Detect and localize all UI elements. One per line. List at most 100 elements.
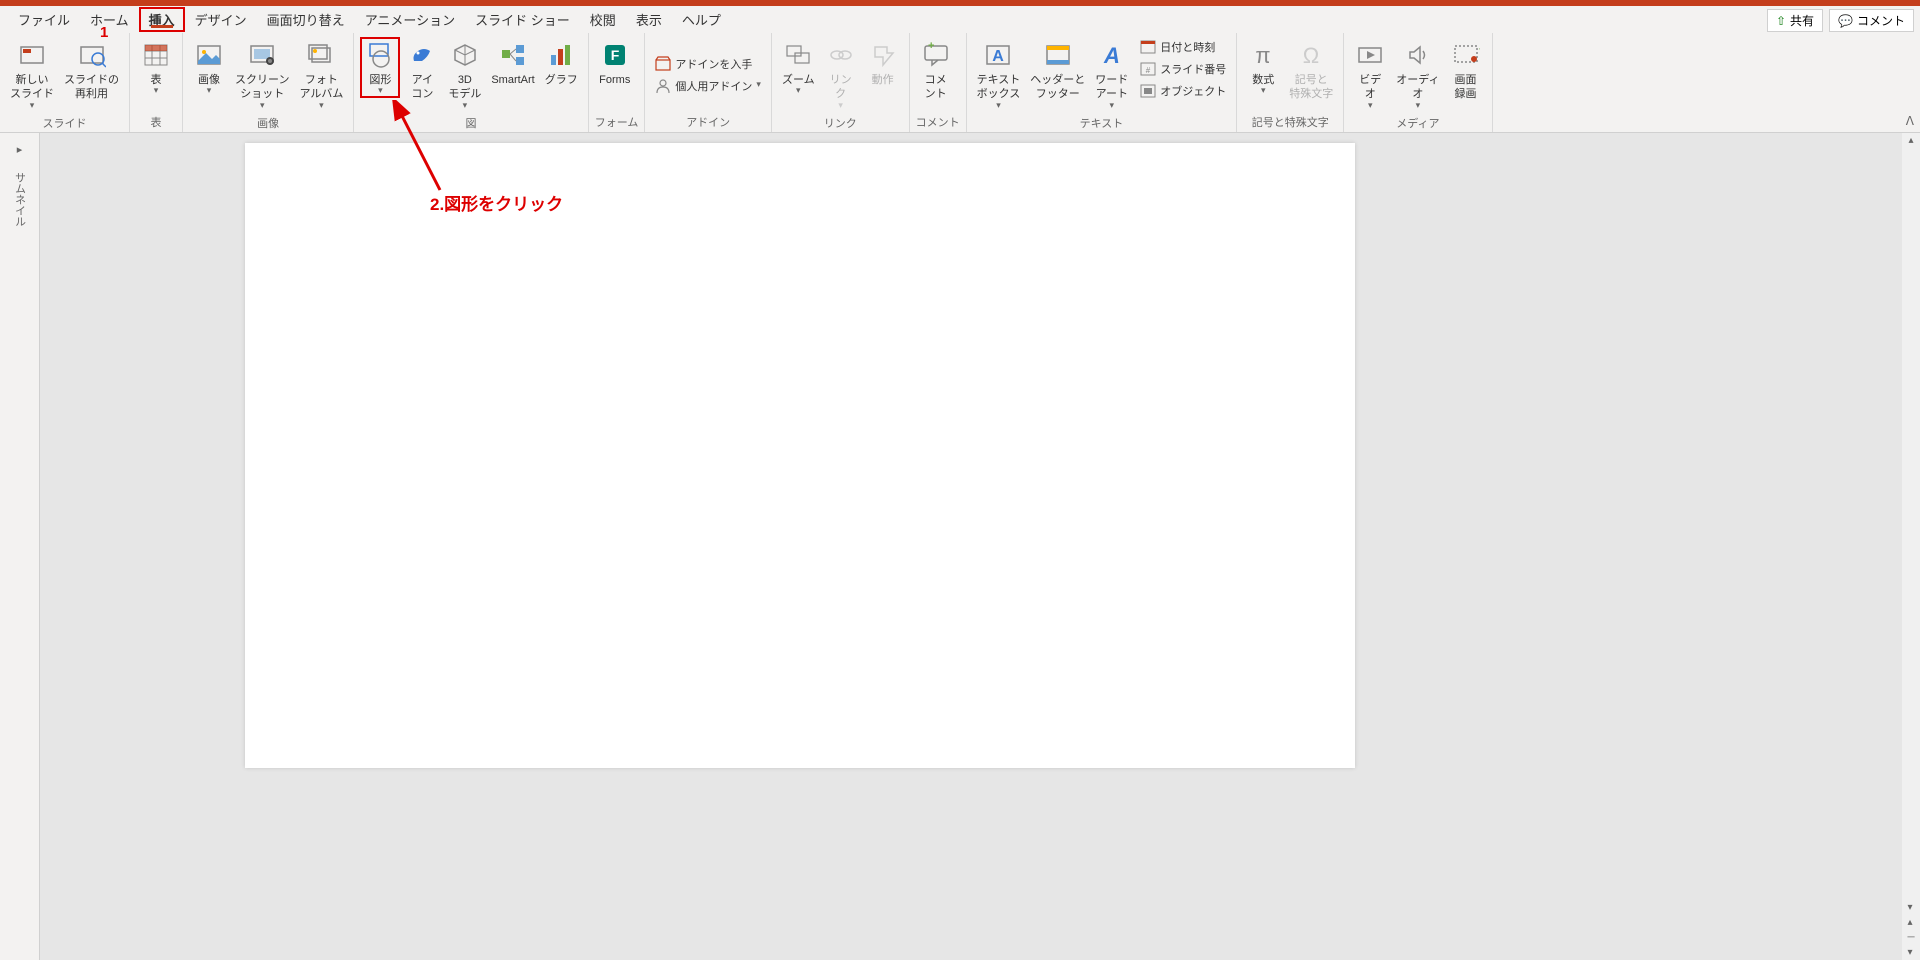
store-icon bbox=[655, 56, 671, 72]
group-media-label: メディア bbox=[1350, 113, 1485, 131]
scroll-down-button[interactable]: ▾ bbox=[1905, 900, 1916, 915]
link-button[interactable]: リン ク ▾ bbox=[821, 37, 861, 113]
group-link: ズーム ▾ リン ク ▾ 動作 リンク bbox=[772, 33, 910, 132]
wordart-button[interactable]: A ワード アート ▾ bbox=[1091, 37, 1132, 113]
annotation-arrow bbox=[370, 100, 450, 200]
group-comment: + コメ ント コメント bbox=[910, 33, 967, 132]
group-text: A テキスト ボックス ▾ ヘッダーと フッター A ワード アート ▾ 日付と… bbox=[967, 33, 1238, 132]
action-button[interactable]: 動作 bbox=[863, 37, 903, 89]
my-addin-button[interactable]: 個人用アドイン ▾ bbox=[651, 76, 765, 96]
tab-animation[interactable]: アニメーション bbox=[355, 6, 465, 33]
comment-insert-button[interactable]: + コメ ント bbox=[916, 37, 956, 104]
forms-button[interactable]: F Forms bbox=[595, 37, 635, 89]
tab-home[interactable]: ホーム bbox=[80, 6, 139, 33]
tab-help[interactable]: ヘルプ bbox=[672, 6, 731, 33]
equation-button[interactable]: π 数式 ▾ bbox=[1243, 37, 1283, 98]
tab-insert[interactable]: 挿入 bbox=[139, 7, 185, 32]
video-icon bbox=[1354, 39, 1386, 71]
svg-text:Ω: Ω bbox=[1303, 43, 1319, 68]
group-addin: アドインを入手 個人用アドイン ▾ アドイン bbox=[645, 33, 772, 132]
prev-slide-button[interactable]: ▴ bbox=[1905, 915, 1916, 930]
screenshot-label: スクリーン ショット bbox=[235, 73, 289, 102]
new-slide-button[interactable]: 新しい スライド ▾ bbox=[6, 37, 58, 113]
get-addin-label: アドインを入手 bbox=[675, 56, 752, 72]
share-button[interactable]: ⇧ 共有 bbox=[1767, 9, 1823, 32]
comment-insert-icon: + bbox=[920, 39, 952, 71]
tab-transition[interactable]: 画面切り替え bbox=[257, 6, 355, 33]
group-form-label: フォーム bbox=[595, 112, 639, 130]
chevron-down-icon: ▾ bbox=[996, 100, 1001, 111]
reuse-slide-label: スライドの 再利用 bbox=[64, 73, 119, 102]
annotation-2: 2.図形をクリック bbox=[430, 190, 563, 215]
svg-text:+: + bbox=[928, 41, 934, 52]
smartart-label: SmartArt bbox=[491, 73, 534, 87]
group-table: 表 ▾ 表 bbox=[130, 33, 183, 132]
group-symbol-label: 記号と特殊文字 bbox=[1243, 112, 1337, 130]
symbol-icon: Ω bbox=[1295, 39, 1327, 71]
audio-button[interactable]: オーディ オ ▾ bbox=[1392, 37, 1443, 113]
chevron-up-icon: ᐱ bbox=[1906, 114, 1914, 128]
group-slide-label: スライド bbox=[6, 113, 123, 131]
textbox-button[interactable]: A テキスト ボックス ▾ bbox=[973, 37, 1025, 113]
collapse-ribbon-button[interactable]: ᐱ bbox=[1904, 112, 1916, 130]
zoom-icon bbox=[782, 39, 814, 71]
thumbnail-label: サムネイル bbox=[12, 172, 28, 227]
datetime-icon bbox=[1140, 39, 1156, 55]
tab-slideshow[interactable]: スライド ショー bbox=[465, 6, 580, 33]
shapes-icon bbox=[364, 39, 396, 71]
reuse-slide-button[interactable]: スライドの 再利用 bbox=[60, 37, 123, 104]
symbol-button[interactable]: Ω 記号と 特殊文字 bbox=[1285, 37, 1337, 104]
picture-button[interactable]: 画像 ▾ bbox=[189, 37, 229, 98]
screenshot-button[interactable]: スクリーン ショット ▾ bbox=[231, 37, 293, 113]
tab-bar: ファイル ホーム 挿入 デザイン 画面切り替え アニメーション スライド ショー… bbox=[0, 6, 1920, 33]
textbox-label: テキスト ボックス bbox=[977, 73, 1021, 102]
group-symbol: π 数式 ▾ Ω 記号と 特殊文字 記号と特殊文字 bbox=[1237, 33, 1344, 132]
my-addin-label: 個人用アドイン bbox=[675, 78, 752, 94]
svg-text:+: + bbox=[1479, 42, 1480, 56]
equation-icon: π bbox=[1247, 39, 1279, 71]
get-addin-button[interactable]: アドインを入手 bbox=[651, 54, 765, 74]
tab-view[interactable]: 表示 bbox=[626, 6, 672, 33]
video-button[interactable]: ビデ オ ▾ bbox=[1350, 37, 1390, 113]
record-label: 画面 録画 bbox=[1455, 73, 1477, 102]
ribbon: 新しい スライド ▾ スライドの 再利用 スライド 表 ▾ 表 画像 bbox=[0, 33, 1920, 133]
record-button[interactable]: + 画面 録画 bbox=[1446, 37, 1486, 104]
slide-canvas[interactable] bbox=[245, 143, 1355, 768]
shapes-button[interactable]: 図形 ▾ bbox=[360, 37, 400, 98]
chart-icon bbox=[545, 39, 577, 71]
vertical-scrollbar[interactable]: ▴ ▾ ▴ ─ ▾ bbox=[1902, 133, 1920, 960]
chevron-down-icon: ▾ bbox=[1110, 100, 1115, 111]
datetime-button[interactable]: 日付と時刻 bbox=[1136, 37, 1230, 57]
object-button[interactable]: オブジェクト bbox=[1136, 81, 1230, 101]
headerfooter-button[interactable]: ヘッダーと フッター bbox=[1026, 37, 1089, 104]
slidenum-button[interactable]: # スライド番号 bbox=[1136, 59, 1230, 79]
table-button[interactable]: 表 ▾ bbox=[136, 37, 176, 98]
3dmodel-button[interactable]: 3D モデル ▾ bbox=[444, 37, 485, 113]
link-icon bbox=[825, 39, 857, 71]
record-icon: + bbox=[1450, 39, 1482, 71]
headerfooter-icon bbox=[1042, 39, 1074, 71]
thumbnail-pane: ▸ サムネイル bbox=[0, 133, 40, 960]
scroll-up-button[interactable]: ▴ bbox=[1906, 133, 1915, 148]
expand-thumbnails-button[interactable]: ▸ bbox=[17, 143, 23, 156]
tab-design[interactable]: デザイン bbox=[185, 6, 257, 33]
next-slide-button[interactable]: ▾ bbox=[1905, 945, 1916, 960]
share-icon: ⇧ bbox=[1776, 14, 1786, 28]
forms-label: Forms bbox=[599, 73, 630, 87]
reuse-slide-icon bbox=[76, 39, 108, 71]
link-label: リン ク bbox=[830, 73, 852, 102]
comment-label: コメント bbox=[1857, 12, 1905, 29]
object-label: オブジェクト bbox=[1160, 83, 1226, 99]
person-icon bbox=[655, 78, 671, 94]
chevron-down-icon: ▾ bbox=[1261, 85, 1266, 96]
tab-file[interactable]: ファイル bbox=[8, 6, 80, 33]
photoalbum-button[interactable]: フォト アルバム ▾ bbox=[295, 37, 347, 113]
zoom-button[interactable]: ズーム ▾ bbox=[778, 37, 819, 98]
chevron-down-icon: ▾ bbox=[463, 100, 468, 111]
icons-button[interactable]: アイ コン bbox=[402, 37, 442, 104]
smartart-button[interactable]: SmartArt bbox=[487, 37, 538, 89]
chevron-down-icon: ▾ bbox=[1368, 100, 1373, 111]
chart-button[interactable]: グラフ bbox=[541, 37, 582, 89]
comment-button[interactable]: 💬 コメント bbox=[1829, 9, 1914, 32]
tab-review[interactable]: 校閲 bbox=[580, 6, 626, 33]
